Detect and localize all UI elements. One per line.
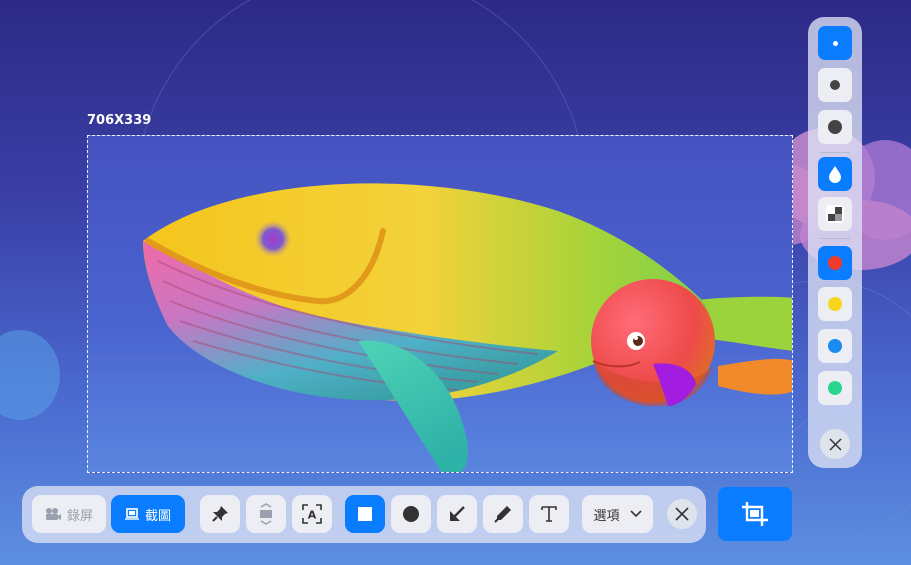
color-swatch-red xyxy=(828,256,842,270)
scroll-capture-icon xyxy=(260,503,272,525)
color-swatch-blue xyxy=(828,339,842,353)
size-dot-large xyxy=(828,120,842,134)
brush-size-large-button[interactable] xyxy=(818,110,852,144)
arrow-tool-button[interactable] xyxy=(437,495,477,533)
record-button[interactable]: 錄屏 xyxy=(32,495,106,533)
text-tool-button[interactable] xyxy=(529,495,569,533)
cloud xyxy=(0,330,60,420)
selection-size-label: 706X339 xyxy=(87,113,152,128)
color-swatch-green xyxy=(828,381,842,395)
screenshot-icon xyxy=(124,508,139,520)
pin-icon xyxy=(212,506,228,522)
brush-size-medium-button[interactable] xyxy=(818,68,852,102)
divider xyxy=(820,152,850,153)
color-red-button[interactable] xyxy=(818,246,852,280)
svg-text:A: A xyxy=(308,509,317,522)
size-dot-small xyxy=(832,40,838,46)
text-icon xyxy=(541,506,557,522)
mosaic-button[interactable] xyxy=(818,197,852,231)
screenshot-button[interactable]: 截圖 xyxy=(111,495,185,533)
color-swatch-yellow xyxy=(828,297,842,311)
arrow-icon xyxy=(450,506,465,521)
mosaic-icon xyxy=(826,205,844,223)
ocr-button[interactable]: A xyxy=(292,495,332,533)
crop-icon xyxy=(742,502,768,526)
chevron-down-icon xyxy=(629,510,642,518)
pin-button[interactable] xyxy=(200,495,240,533)
pencil-tool-button[interactable] xyxy=(483,495,523,533)
scroll-capture-button[interactable] xyxy=(246,495,286,533)
color-yellow-button[interactable] xyxy=(818,287,852,321)
close-icon xyxy=(828,437,842,451)
close-panel-button[interactable] xyxy=(820,429,850,459)
ellipse-icon xyxy=(403,506,419,522)
bottom-toolbar: 錄屏 截圖 A 選項 xyxy=(22,486,706,543)
ellipse-tool-button[interactable] xyxy=(391,495,431,533)
color-blue-button[interactable] xyxy=(818,329,852,363)
ocr-icon: A xyxy=(302,504,322,524)
side-panel xyxy=(808,17,862,468)
close-toolbar-button[interactable] xyxy=(667,499,697,529)
options-dropdown[interactable]: 選項 xyxy=(582,495,653,533)
divider xyxy=(820,238,850,239)
screenshot-label: 截圖 xyxy=(144,508,171,524)
record-label: 錄屏 xyxy=(66,508,93,524)
selection-region[interactable] xyxy=(87,135,793,473)
rectangle-icon xyxy=(358,507,372,521)
rectangle-tool-button[interactable] xyxy=(345,495,385,533)
color-green-button[interactable] xyxy=(818,371,852,405)
capture-button[interactable] xyxy=(718,487,792,541)
blur-button[interactable] xyxy=(818,157,852,191)
options-label: 選項 xyxy=(593,508,620,524)
brush-size-small-button[interactable] xyxy=(818,26,852,60)
camera-icon xyxy=(45,508,61,520)
size-dot-medium xyxy=(830,80,840,90)
close-icon xyxy=(675,507,689,521)
blur-icon xyxy=(829,166,841,183)
whale-illustration xyxy=(143,183,792,472)
pencil-icon xyxy=(494,506,511,523)
